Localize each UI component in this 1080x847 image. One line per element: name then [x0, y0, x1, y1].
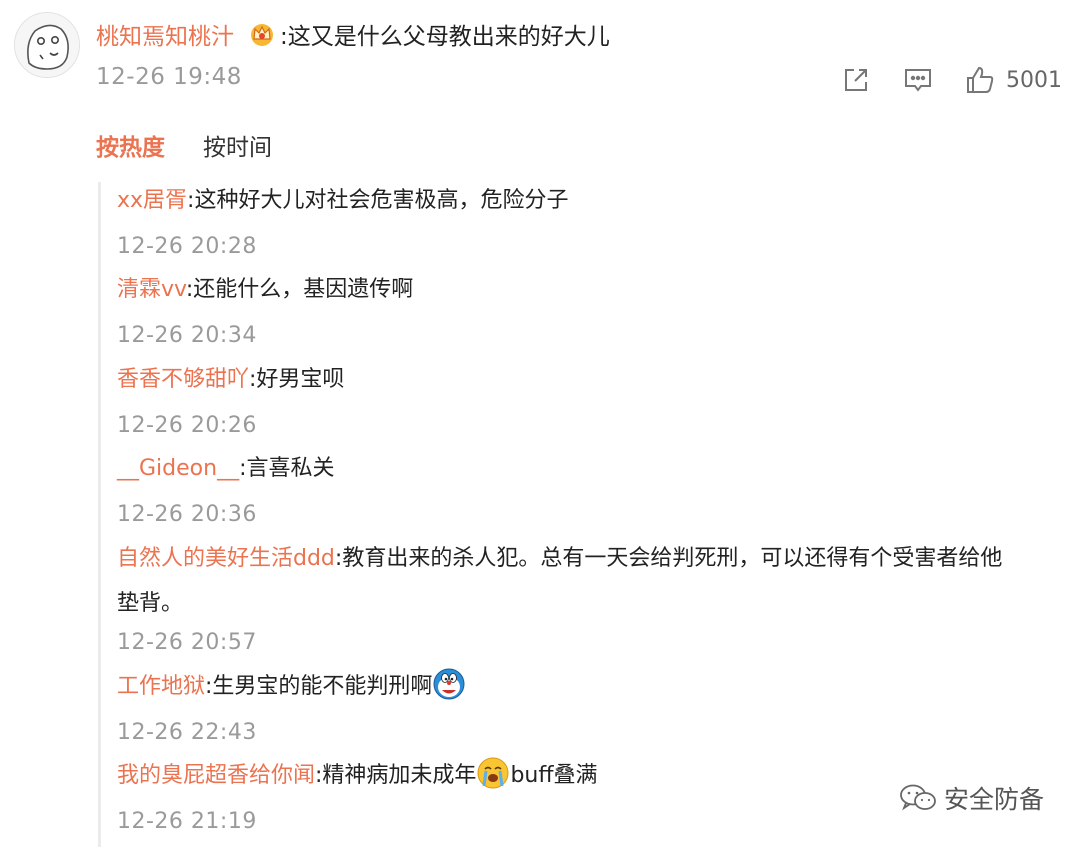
reply-text-continued: buff叠满 — [510, 763, 598, 788]
reply-username[interactable]: 自然人的美好生活ddd — [117, 546, 335, 571]
comment-timestamp: 12-26 19:48 — [96, 64, 242, 90]
crying-face-emoji-icon — [476, 756, 510, 790]
list-item: __Gideon__:言喜私关 — [117, 446, 1067, 491]
reply-timestamp: 12-26 22:43 — [117, 720, 257, 745]
wechat-icon — [898, 782, 938, 814]
reply-text: :好男宝呗 — [249, 367, 345, 392]
reply-timestamp: 12-26 21:19 — [117, 809, 257, 834]
reply-text: :这种好大儿对社会危害极高，危险分子 — [187, 188, 569, 213]
avatar[interactable] — [14, 12, 80, 78]
reply-username[interactable]: 香香不够甜吖 — [117, 367, 249, 392]
reply-timestamp: 12-26 20:26 — [117, 413, 257, 438]
reply-timestamp: 12-26 20:34 — [117, 323, 257, 348]
reply-text: :生男宝的能不能判刑啊 — [205, 674, 433, 699]
reply-username[interactable]: 清霖vv — [117, 277, 186, 302]
comment-text: :这又是什么父母教出来的好大儿 — [280, 24, 610, 50]
reply-text: :言喜私关 — [239, 456, 335, 481]
share-icon[interactable] — [840, 64, 872, 96]
weibo-comment-screenshot: 桃知焉知桃汁 :这又是什么父母教出来的好大儿 12-26 19:48 5001 … — [0, 0, 1080, 847]
reply-username[interactable]: 工作地狱 — [117, 674, 205, 699]
tab-sort-by-hot[interactable]: 按热度 — [96, 128, 165, 162]
watermark-text: 安全防备 — [943, 785, 1044, 814]
list-item: 清霖vv:还能什么，基因遗传啊 — [117, 267, 1067, 312]
list-item: 自然人的美好生活ddd:教育出来的杀人犯。总有一天会给判死刑，可以还得有个受害者… — [117, 536, 1067, 626]
reply-text: :精神病加未成年 — [315, 763, 477, 788]
sort-tabs: 按热度 按时间 — [96, 128, 310, 162]
comment-actions: 5001 — [810, 62, 1062, 98]
reply-text: :教育出来的杀人犯。总有一天会给判死刑，可以还得有个受害者给他 — [334, 546, 1003, 571]
reply-timestamp: 12-26 20:57 — [117, 630, 257, 655]
reply-text: :还能什么，基因遗传啊 — [185, 277, 414, 302]
reply-text-continued: 垫背。 — [117, 591, 184, 616]
doraemon-emoji-icon — [432, 667, 466, 701]
list-item: 香香不够甜吖:好男宝呗 — [117, 357, 1067, 402]
reply-username[interactable]: 我的臭屁超香给你闻 — [117, 763, 315, 788]
tab-sort-by-time[interactable]: 按时间 — [203, 128, 272, 162]
comment-icon[interactable] — [902, 64, 934, 96]
comment-username[interactable]: 桃知焉知桃汁 — [96, 17, 234, 51]
reply-username[interactable]: xx居胥 — [117, 188, 187, 213]
like-count: 5001 — [1006, 67, 1062, 93]
thumbs-up-icon[interactable] — [964, 64, 996, 96]
crown-badge-icon — [248, 20, 276, 48]
doodle-face-icon — [15, 13, 79, 77]
list-item: 工作地狱:生男宝的能不能判刑啊 — [117, 664, 1067, 709]
reply-list: xx居胥:这种好大儿对社会危害极高，危险分子 12-26 20:28 清霖vv:… — [98, 182, 1071, 847]
comment-header: 桃知焉知桃汁 :这又是什么父母教出来的好大儿 — [96, 16, 610, 52]
list-item: xx居胥:这种好大儿对社会危害极高，危险分子 — [117, 178, 1067, 223]
reply-timestamp: 12-26 20:28 — [117, 234, 257, 259]
reply-timestamp: 12-26 20:36 — [117, 502, 257, 527]
reply-username[interactable]: __Gideon__ — [117, 456, 239, 481]
watermark: 安全防备 — [898, 780, 1044, 816]
